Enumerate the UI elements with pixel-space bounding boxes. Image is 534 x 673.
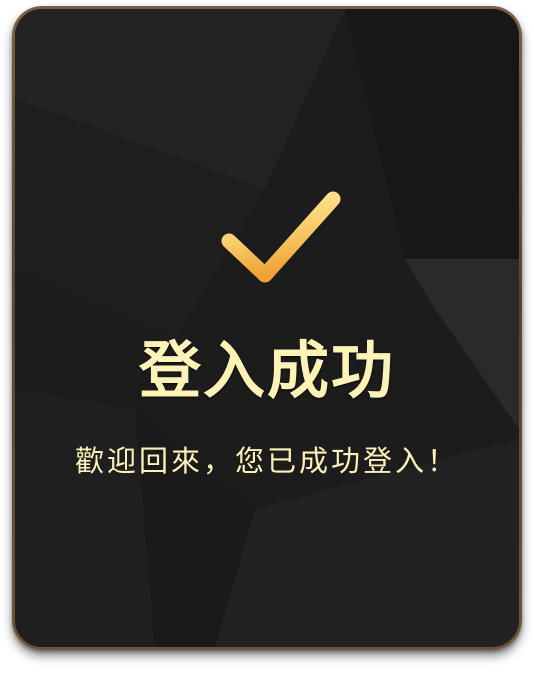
checkmark-icon [221,191,341,283]
dialog-panel [15,9,519,647]
background-facets [15,9,519,647]
dialog-message: 歡迎回來，您已成功登入！ [74,444,459,478]
login-success-dialog: 登入成功 歡迎回來，您已成功登入！ [12,6,522,650]
dialog-title: 登入成功 [138,334,395,407]
